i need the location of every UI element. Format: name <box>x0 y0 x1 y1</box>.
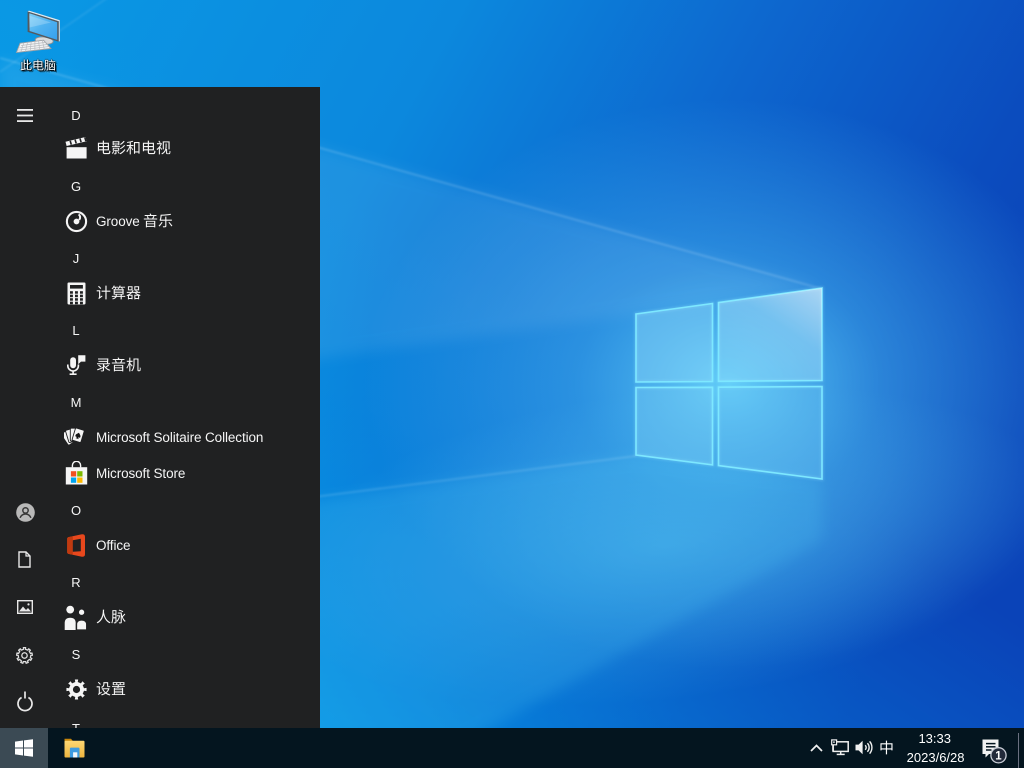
svg-text:1: 1 <box>995 750 1002 762</box>
